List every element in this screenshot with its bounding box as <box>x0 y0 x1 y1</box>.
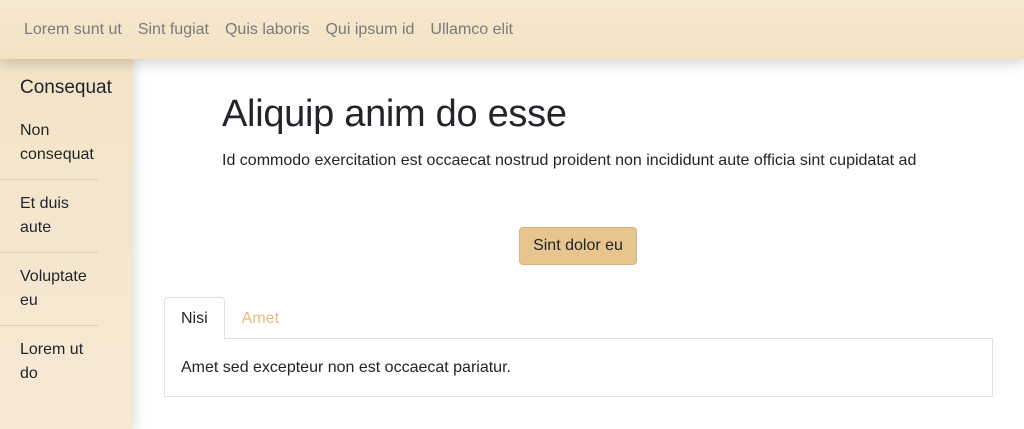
hero-action-button[interactable]: Sint dolor eu <box>519 227 637 265</box>
sidebar: Consequat Non consequat Et duis aute Vol… <box>0 59 133 429</box>
sidebar-item-et-duis-aute[interactable]: Et duis aute <box>0 179 98 252</box>
top-navbar: Lorem sunt ut Sint fugiat Quis laboris Q… <box>0 0 1024 59</box>
tab-bar: Nisi Amet <box>164 297 993 340</box>
nav-link-lorem-sunt-ut[interactable]: Lorem sunt ut <box>16 0 130 59</box>
nav-link-quis-laboris[interactable]: Quis laboris <box>217 0 317 59</box>
main-content: Aliquip anim do esse Id commodo exercita… <box>133 59 1024 429</box>
nav-link-ullamco-elit[interactable]: Ullamco elit <box>422 0 521 59</box>
sidebar-title: Consequat <box>20 77 112 98</box>
hero-title: Aliquip anim do esse <box>222 93 567 135</box>
sidebar-item-lorem-ut-do[interactable]: Lorem ut do <box>0 325 98 398</box>
nav-link-sint-fugiat[interactable]: Sint fugiat <box>130 0 217 59</box>
sidebar-item-voluptate-eu[interactable]: Voluptate eu <box>0 252 98 325</box>
nav-link-qui-ipsum-id[interactable]: Qui ipsum id <box>317 0 422 59</box>
sidebar-item-non-consequat[interactable]: Non consequat <box>20 119 98 179</box>
tab-amet[interactable]: Amet <box>225 297 296 339</box>
tab-nisi[interactable]: Nisi <box>164 297 225 340</box>
hero-text: Id commodo exercitation est occaecat nos… <box>222 152 917 169</box>
tab-panel: Amet sed excepteur non est occaecat pari… <box>164 338 993 397</box>
